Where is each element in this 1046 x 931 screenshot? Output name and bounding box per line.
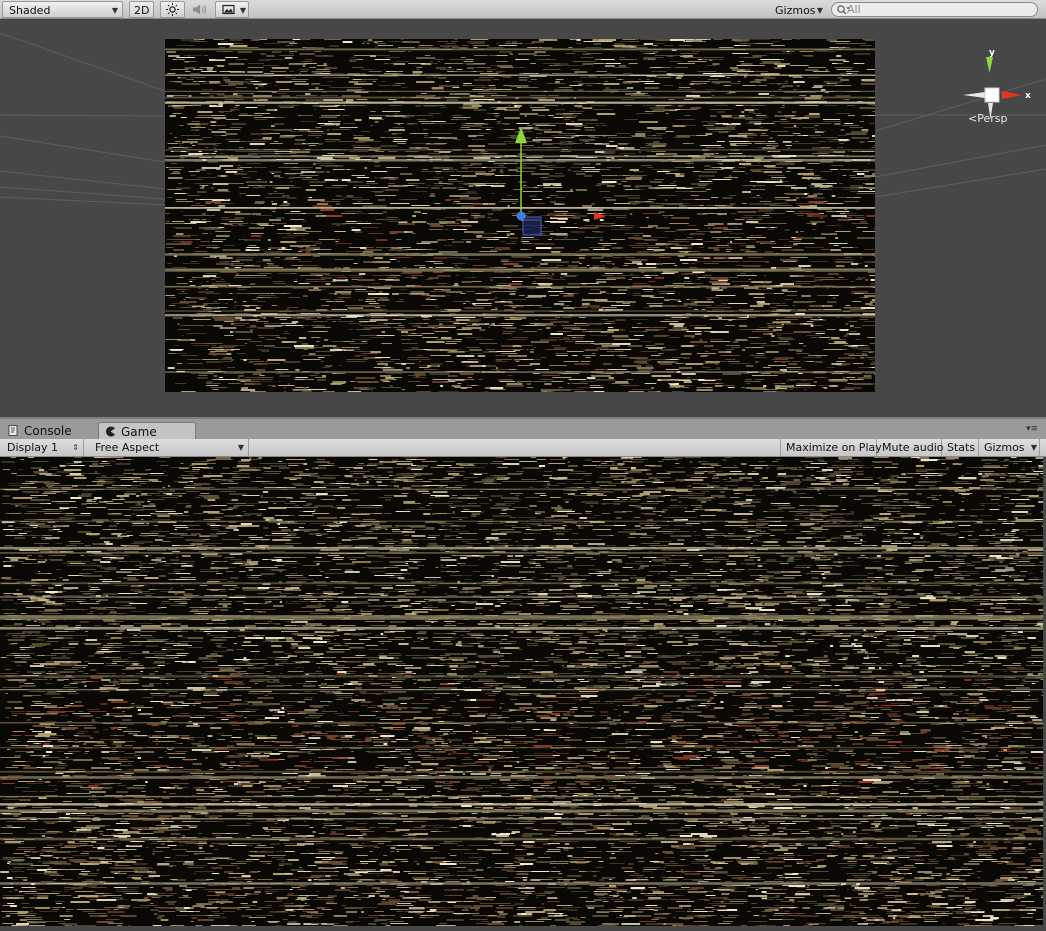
scene-gizmos-label: Gizmos xyxy=(775,4,816,17)
search-placeholder: All xyxy=(847,3,861,16)
stats-label: Stats xyxy=(947,441,976,454)
y-axis-arrow[interactable] xyxy=(515,127,527,143)
aspect-label: Free Aspect xyxy=(95,441,160,454)
console-icon xyxy=(8,425,18,436)
stats-toggle[interactable]: Stats xyxy=(942,439,979,456)
selected-object[interactable] xyxy=(522,216,542,236)
maximize-on-play-label: Maximize on Play xyxy=(786,441,882,454)
game-gizmos-dropdown[interactable]: Gizmos ▼ xyxy=(979,439,1040,456)
image-icon xyxy=(222,4,235,15)
chevron-down-icon: ▼ xyxy=(237,443,244,452)
scene-search-field[interactable]: All xyxy=(831,2,1038,17)
tab-console-label: Console xyxy=(24,424,72,438)
aspect-dropdown[interactable]: Free Aspect ▼ xyxy=(90,439,249,456)
gizmo-center-cube[interactable] xyxy=(984,87,1000,103)
gizmo-x-cone[interactable] xyxy=(1002,91,1022,99)
game-view[interactable] xyxy=(0,457,1046,931)
sun-icon xyxy=(166,3,179,16)
transform-gizmo[interactable] xyxy=(505,119,615,239)
scene-gizmos-dropdown[interactable]: Gizmos ▼ xyxy=(768,1,824,18)
panel-menu-button[interactable]: ▾≡ xyxy=(1026,421,1044,437)
pivot-handle[interactable] xyxy=(516,211,526,221)
display-label: Display 1 xyxy=(7,441,59,454)
chevron-down-icon: ▼ xyxy=(1030,443,1037,452)
projection-label: Persp xyxy=(977,112,1008,125)
2d-toggle-label: 2D xyxy=(134,4,150,17)
maximize-on-play-toggle[interactable]: Maximize on Play xyxy=(780,439,882,456)
scene-audio-toggle[interactable] xyxy=(186,1,212,18)
gizmo-y-label: y xyxy=(989,48,995,58)
x-axis-arrow[interactable] xyxy=(594,212,606,220)
chevron-down-icon: ▼ xyxy=(239,6,246,15)
scene-lighting-toggle[interactable] xyxy=(160,1,185,18)
menu-icon: ▾≡ xyxy=(1026,424,1039,434)
2d-toggle-button[interactable]: 2D xyxy=(129,1,154,18)
shading-mode-dropdown[interactable]: Shaded ▼ xyxy=(2,1,123,18)
chevron-down-icon: ▼ xyxy=(816,6,823,15)
gizmo-y-cone[interactable] xyxy=(986,57,993,73)
shading-mode-label: Shaded xyxy=(9,4,51,17)
game-glitch-texture xyxy=(0,457,1043,926)
speaker-icon xyxy=(193,4,206,15)
projection-toggle[interactable]: <Persp xyxy=(968,112,1007,125)
chevron-down-icon: ▼ xyxy=(111,6,118,15)
game-render-output xyxy=(0,457,1043,926)
bottom-panel-tabs: Console Game ▾≡ xyxy=(0,417,1046,441)
scene-effects-dropdown[interactable]: ▼ xyxy=(215,1,249,18)
mute-audio-toggle[interactable]: Mute audio xyxy=(877,439,944,456)
scene-toolbar: Shaded ▼ 2D ▼ Gizmos ▼ All xyxy=(0,0,1046,19)
scene-view[interactable]: y x <Persp xyxy=(0,19,1046,417)
mute-audio-label: Mute audio xyxy=(882,441,944,454)
display-dropdown[interactable]: Display 1 ⇕ xyxy=(2,439,84,456)
gizmo-neg-x-cone[interactable] xyxy=(963,92,985,98)
game-gizmos-label: Gizmos xyxy=(984,441,1025,454)
updown-chevron-icon: ⇕ xyxy=(72,443,79,452)
tab-game-label: Game xyxy=(121,425,157,439)
game-toolbar: Display 1 ⇕ Free Aspect ▼ Maximize on Pl… xyxy=(0,439,1046,457)
chevron-left-icon: < xyxy=(968,112,978,125)
gizmo-x-label: x xyxy=(1025,91,1031,101)
pacman-icon xyxy=(106,426,115,437)
